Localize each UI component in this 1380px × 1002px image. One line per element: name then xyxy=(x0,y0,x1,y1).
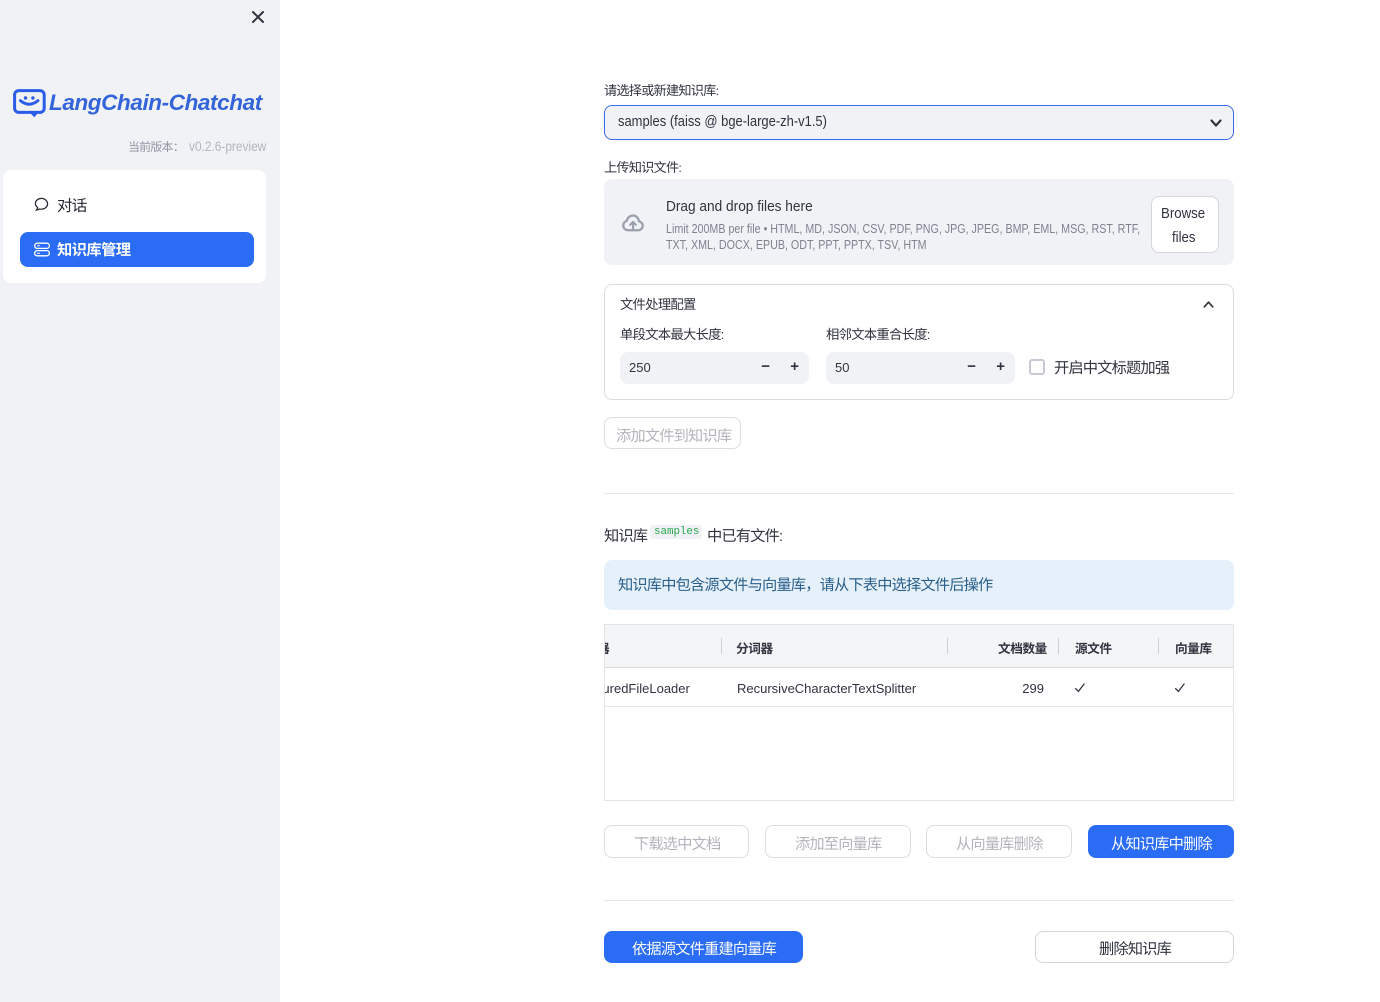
svg-text::: : xyxy=(716,84,719,98)
svg-text::: : xyxy=(721,328,725,342)
svg-text::: : xyxy=(927,328,931,342)
svg-text::: : xyxy=(678,161,681,175)
svg-text::: : xyxy=(779,529,783,545)
